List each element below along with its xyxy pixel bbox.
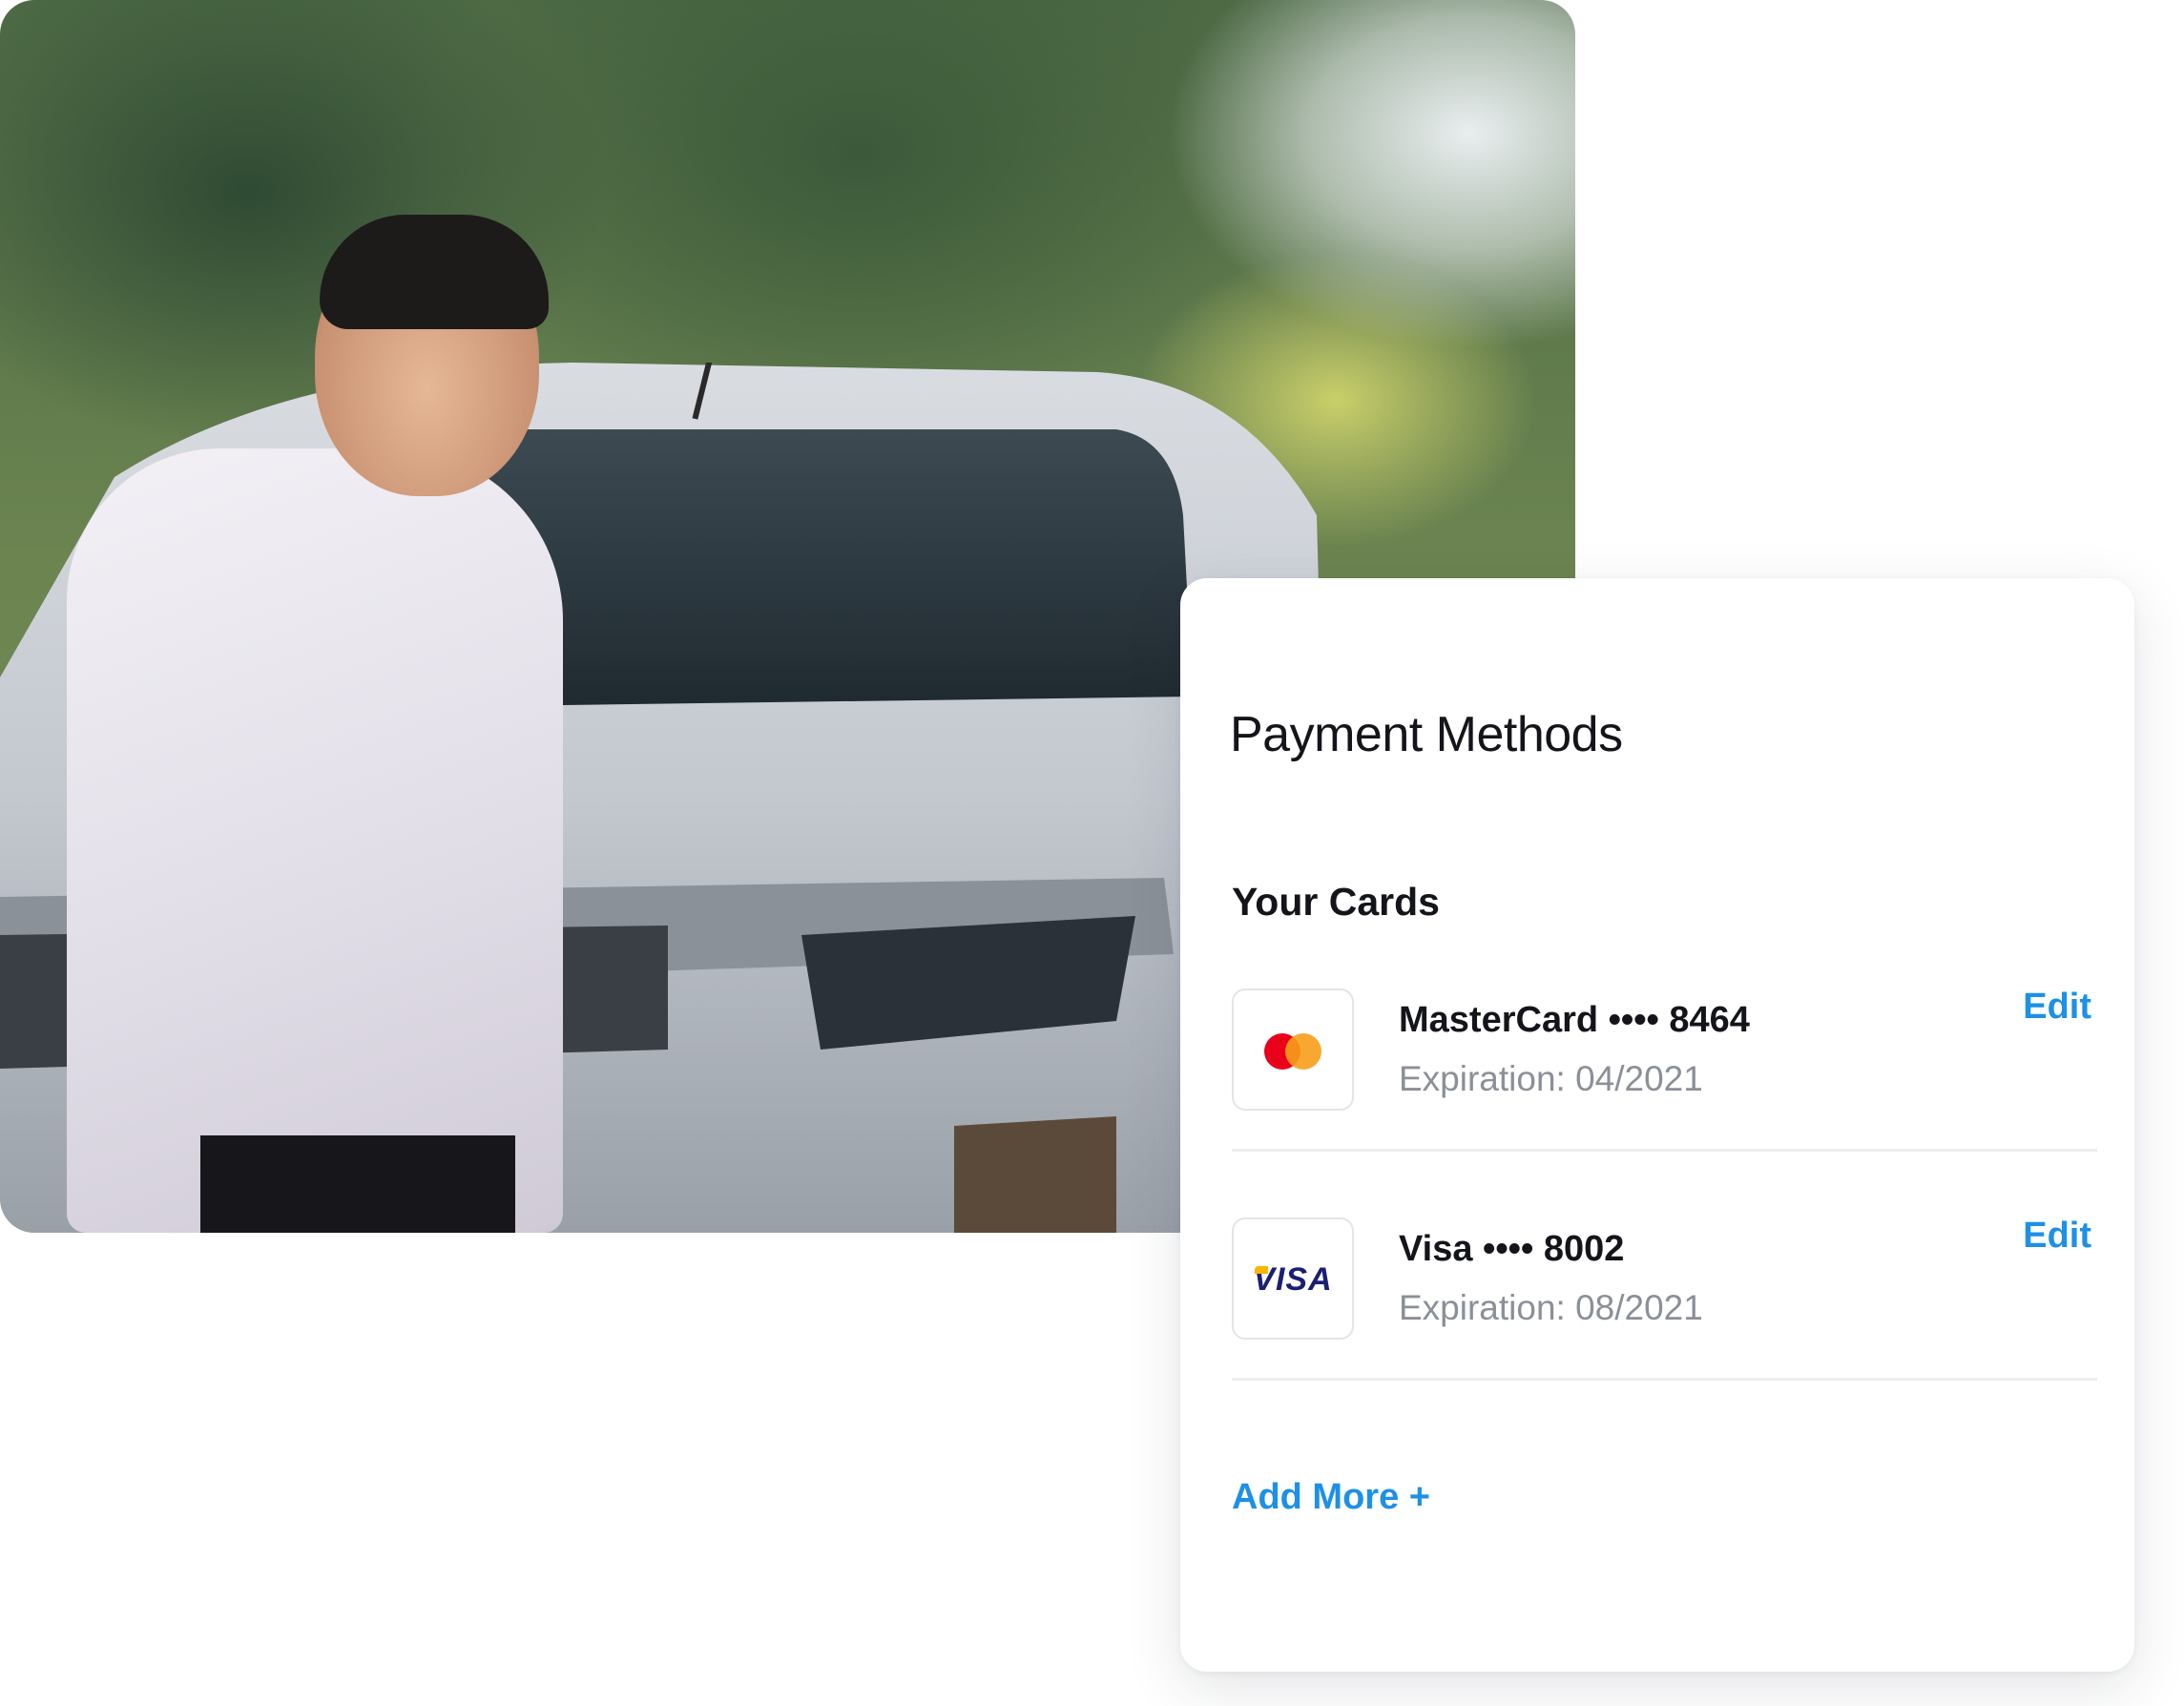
add-more-button[interactable]: Add More + (1232, 1477, 1430, 1518)
mastercard-orange-circle (1285, 1033, 1321, 1070)
card-expiration: Expiration: 04/2021 (1399, 1059, 1703, 1098)
visa-icon: VISA (1232, 1217, 1354, 1340)
person-hair (320, 215, 549, 329)
edit-card-button[interactable]: Edit (2023, 987, 2091, 1028)
visa-accent (1255, 1266, 1268, 1274)
divider (1232, 1378, 2097, 1381)
card-list-item-mastercard: MasterCard •••• 8464 Expiration: 04/2021… (1232, 987, 2097, 1111)
person-pants (200, 1135, 515, 1233)
card-name: Visa •••• 8002 (1399, 1229, 1625, 1269)
card-name: MasterCard •••• 8464 (1399, 1000, 1750, 1040)
card-list-item-visa: VISA Visa •••• 8002 Expiration: 08/2021 … (1232, 1216, 2097, 1340)
payment-methods-card: Payment Methods Your Cards MasterCard ••… (1180, 578, 2134, 1672)
visa-logo-text: VISA (1253, 1261, 1333, 1298)
card-expiration: Expiration: 08/2021 (1399, 1288, 1703, 1327)
divider (1232, 1149, 2097, 1152)
page-title: Payment Methods (1230, 707, 1623, 762)
mastercard-icon (1232, 988, 1354, 1111)
edit-card-button[interactable]: Edit (2023, 1216, 2091, 1257)
person-shirt (67, 448, 563, 1233)
section-heading-your-cards: Your Cards (1232, 880, 1440, 924)
